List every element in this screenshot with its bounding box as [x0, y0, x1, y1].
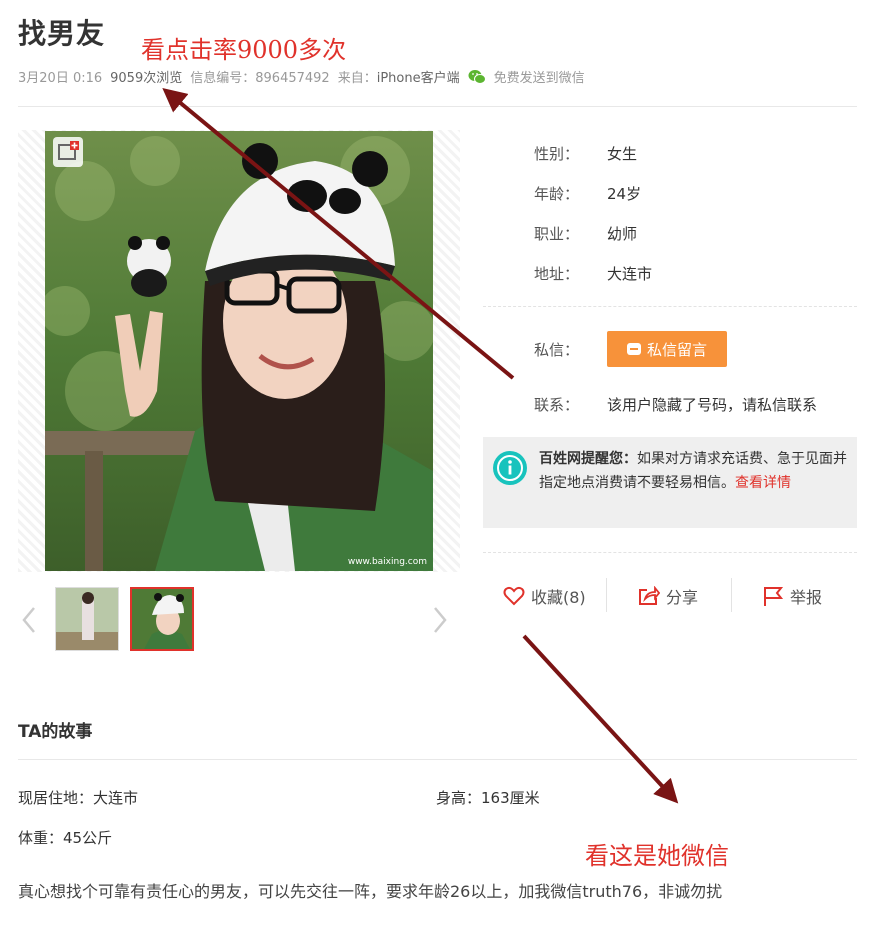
annotation-wechat: 看这是她微信: [585, 842, 729, 870]
annotation-arrows: [162, 87, 679, 804]
arrow-to-views: [162, 87, 515, 380]
annotation-clicks: 看点击率9000多次: [141, 36, 347, 64]
arrow-to-wechat: [522, 634, 679, 804]
